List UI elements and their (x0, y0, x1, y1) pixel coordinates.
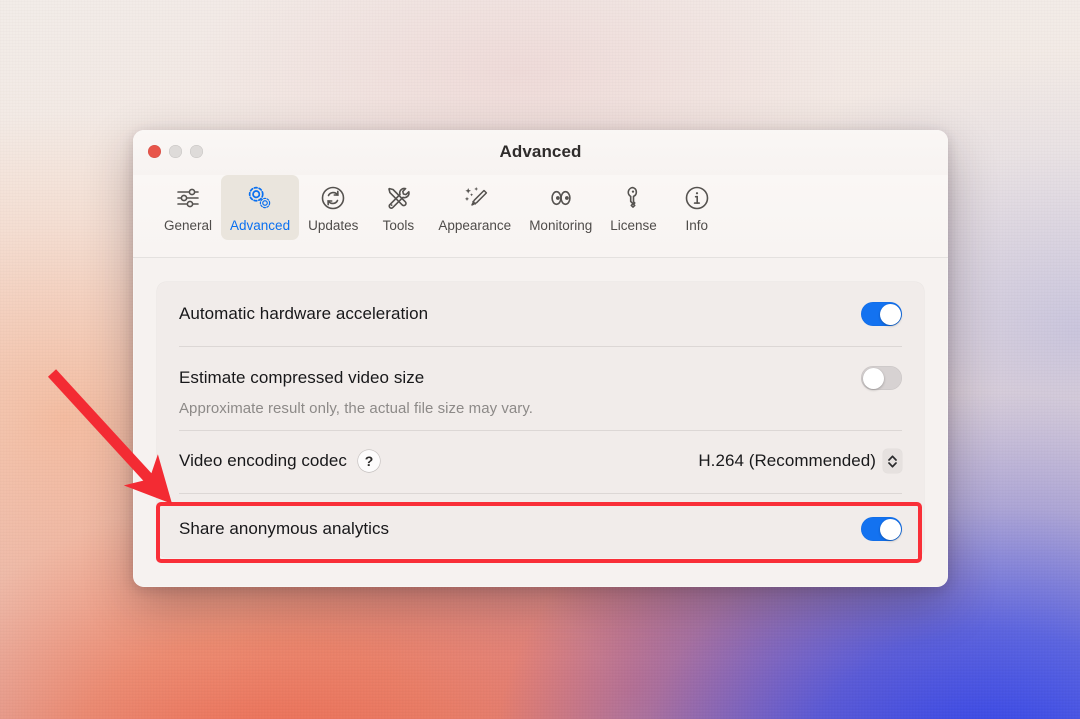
desktop-wallpaper: Advanced General Advanced Updates Tools … (0, 0, 1080, 719)
setting-row-automatic-hardware-acceleration: Automatic hardware acceleration (157, 282, 924, 346)
popup-video-encoding-codec[interactable]: H.264 (Recommended) (698, 449, 902, 473)
toolbar-item-monitoring[interactable]: Monitoring (520, 175, 601, 240)
key-icon (616, 181, 650, 215)
toggle-knob (862, 367, 884, 389)
preferences-content: Automatic hardware acceleration Estimate… (133, 258, 948, 587)
setting-sublabel: Approximate result only, the actual file… (179, 400, 534, 417)
setting-label: Estimate compressed video size (179, 368, 424, 388)
setting-label-text: Automatic hardware acceleration (179, 304, 429, 323)
toolbar-item-license[interactable]: License (601, 175, 666, 240)
setting-label: Video encoding codec ? (179, 450, 380, 472)
toolbar-label-appearance: Appearance (438, 218, 512, 233)
toolbar-label-license: License (610, 218, 657, 233)
toolbar-item-tools[interactable]: Tools (367, 175, 429, 240)
toolbar-item-advanced[interactable]: Advanced (221, 175, 300, 240)
toolbar-label-monitoring: Monitoring (529, 218, 593, 233)
gears-icon (243, 181, 277, 215)
window-titlebar[interactable]: Advanced (133, 130, 948, 175)
window-title: Advanced (499, 142, 582, 161)
toggle-knob (879, 303, 901, 325)
refresh-circle-icon (316, 181, 350, 215)
toolbar-label-updates: Updates (308, 218, 359, 233)
toolbar-item-info[interactable]: Info (666, 175, 728, 240)
toolbar-item-general[interactable]: General (155, 175, 221, 240)
popup-selected-value: H.264 (Recommended) (698, 451, 876, 470)
setting-label-text: Video encoding codec (179, 451, 347, 470)
toolbar-label-advanced: Advanced (230, 218, 291, 233)
chevron-up-down-icon[interactable] (883, 449, 902, 473)
magic-wand-sparkles-icon (458, 181, 492, 215)
info-circle-icon (680, 181, 714, 215)
toolbar-item-appearance[interactable]: Appearance (429, 175, 520, 240)
setting-label: Automatic hardware acceleration (179, 304, 428, 324)
toggle-automatic-hardware-acceleration[interactable] (861, 302, 902, 326)
help-icon[interactable]: ? (358, 450, 380, 472)
preferences-window: Advanced General Advanced Updates Tools … (133, 130, 948, 587)
setting-label: Share anonymous analytics (179, 519, 389, 539)
sliders-icon (171, 181, 205, 215)
toolbar-label-tools: Tools (382, 218, 415, 233)
settings-card: Automatic hardware acceleration Estimate… (157, 282, 924, 557)
toggle-estimate-compressed-video-size[interactable] (861, 366, 902, 390)
setting-row-video-encoding-codec: Video encoding codec ? H.264 (Recommende… (157, 431, 924, 493)
setting-row-estimate-compressed-video-size: Estimate compressed video size Approxima… (157, 347, 924, 430)
toolbar-label-general: General (164, 218, 213, 233)
screwdriver-wrench-icon (381, 181, 415, 215)
toggle-share-anonymous-analytics[interactable] (861, 517, 902, 541)
setting-label-text: Share anonymous analytics (179, 519, 390, 538)
preferences-toolbar: General Advanced Updates Tools Appearanc… (133, 175, 948, 258)
toolbar-item-updates[interactable]: Updates (299, 175, 367, 240)
eyes-icon (544, 181, 578, 215)
setting-label-text: Estimate compressed video size (179, 368, 425, 387)
setting-row-share-anonymous-analytics: Share anonymous analytics (157, 494, 924, 557)
toggle-knob (879, 518, 901, 540)
toolbar-label-info: Info (685, 218, 709, 233)
